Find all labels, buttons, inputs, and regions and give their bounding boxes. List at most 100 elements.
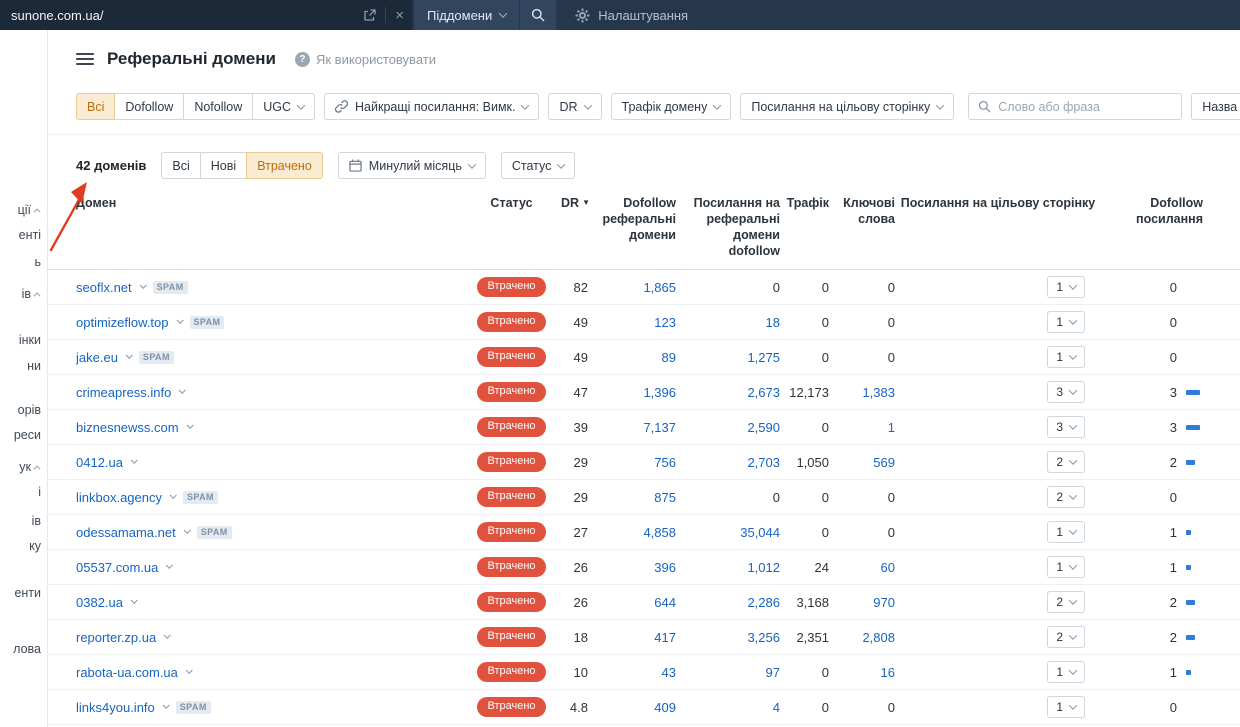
keywords-value[interactable]: 16 xyxy=(833,665,899,680)
sidebar-item[interactable]: ук xyxy=(19,460,41,474)
ref-links-value[interactable]: 35,044 xyxy=(680,525,784,540)
domain-link[interactable]: 0382.ua xyxy=(76,595,123,610)
dofollow-domains-value[interactable]: 89 xyxy=(594,350,680,365)
clear-url-icon[interactable]: × xyxy=(395,8,404,23)
chevron-down-icon[interactable] xyxy=(125,351,133,359)
keywords-value[interactable]: 569 xyxy=(833,455,899,470)
ref-links-value[interactable]: 1,275 xyxy=(680,350,784,365)
sidebar-item[interactable]: ів xyxy=(32,514,41,528)
chevron-down-icon[interactable] xyxy=(176,316,184,324)
sidebar-item[interactable]: ку xyxy=(29,539,41,553)
target-links-select[interactable]: 1 xyxy=(1047,276,1085,298)
chevron-down-icon[interactable] xyxy=(186,421,194,429)
dofollow-domains-value[interactable]: 417 xyxy=(594,630,680,645)
filter-tab[interactable]: Всі xyxy=(161,152,201,179)
target-links-select[interactable]: 1 xyxy=(1047,311,1085,333)
best-links-dropdown[interactable]: Найкращі посилання: Вимк. xyxy=(324,93,540,120)
dofollow-domains-value[interactable]: 1,865 xyxy=(594,280,680,295)
dofollow-domains-value[interactable]: 409 xyxy=(594,700,680,715)
target-links-select[interactable]: 2 xyxy=(1047,486,1085,508)
keywords-value[interactable]: 60 xyxy=(833,560,899,575)
col-header-dofollow-domains[interactable]: Dofollow реферальні домени xyxy=(594,195,680,243)
subdomains-dropdown[interactable]: Піддомени xyxy=(414,0,520,30)
keywords-value[interactable]: 970 xyxy=(833,595,899,610)
keywords-value[interactable]: 1,383 xyxy=(833,385,899,400)
sidebar-item[interactable]: енти xyxy=(14,586,41,600)
dofollow-domains-value[interactable]: 644 xyxy=(594,595,680,610)
ref-links-value[interactable]: 2,286 xyxy=(680,595,784,610)
domain-link[interactable]: crimeapress.info xyxy=(76,385,171,400)
filter-tab[interactable]: Втрачено xyxy=(246,152,323,179)
chevron-down-icon[interactable] xyxy=(166,561,174,569)
sidebar-item[interactable]: ь xyxy=(34,255,41,269)
chevron-down-icon[interactable] xyxy=(139,281,147,289)
keywords-value[interactable]: 0 xyxy=(833,350,899,365)
domain-link[interactable]: 05537.com.ua xyxy=(76,560,158,575)
target-links-select[interactable]: 2 xyxy=(1047,626,1085,648)
chevron-down-icon[interactable] xyxy=(183,526,191,534)
col-header-ref-links[interactable]: Посилання на реферальні домени dofollow xyxy=(680,195,784,259)
dofollow-domains-value[interactable]: 123 xyxy=(594,315,680,330)
sidebar-item[interactable]: орів xyxy=(18,403,41,417)
target-page-links-dropdown[interactable]: Посилання на цільову сторінку xyxy=(740,93,955,120)
dofollow-domains-value[interactable]: 756 xyxy=(594,455,680,470)
target-links-select[interactable]: 1 xyxy=(1047,556,1085,578)
how-to-use-link[interactable]: ? Як використовувати xyxy=(294,51,436,67)
dr-filter-dropdown[interactable]: DR xyxy=(548,93,602,120)
col-header-domain[interactable]: Домен xyxy=(76,195,469,211)
chevron-down-icon[interactable] xyxy=(130,456,138,464)
col-header-dofollow-links[interactable]: Dofollow посилання xyxy=(1097,195,1207,227)
keywords-value[interactable]: 0 xyxy=(833,280,899,295)
domain-link[interactable]: optimizeflow.top xyxy=(76,315,169,330)
domain-link[interactable]: seoflx.net xyxy=(76,280,132,295)
external-link-icon[interactable] xyxy=(363,8,376,22)
ref-links-value[interactable]: 97 xyxy=(680,665,784,680)
target-links-select[interactable]: 3 xyxy=(1047,381,1085,403)
filter-tab[interactable]: Dofollow xyxy=(114,93,185,120)
sidebar-item[interactable]: ів xyxy=(22,287,41,301)
sidebar-item[interactable]: і xyxy=(38,485,41,499)
ref-links-value[interactable]: 2,590 xyxy=(680,420,784,435)
search-button[interactable] xyxy=(519,0,557,30)
col-header-target-links[interactable]: Посилання на цільову сторінку xyxy=(899,195,1097,211)
status-dropdown[interactable]: Статус xyxy=(500,152,576,179)
keywords-value[interactable]: 0 xyxy=(833,490,899,505)
dofollow-domains-value[interactable]: 7,137 xyxy=(594,420,680,435)
dofollow-domains-value[interactable]: 875 xyxy=(594,490,680,505)
sidebar-item[interactable]: ції xyxy=(18,203,41,217)
domain-link[interactable]: biznesnewss.com xyxy=(76,420,179,435)
keywords-value[interactable]: 0 xyxy=(833,525,899,540)
menu-icon[interactable] xyxy=(76,53,94,65)
target-links-select[interactable]: 1 xyxy=(1047,661,1085,683)
dofollow-domains-value[interactable]: 4,858 xyxy=(594,525,680,540)
target-links-select[interactable]: 1 xyxy=(1047,696,1085,718)
ref-links-value[interactable]: 0 xyxy=(680,280,784,295)
keywords-value[interactable]: 1 xyxy=(833,420,899,435)
ref-links-value[interactable]: 0 xyxy=(680,490,784,505)
target-links-select[interactable]: 1 xyxy=(1047,346,1085,368)
keywords-value[interactable]: 2,808 xyxy=(833,630,899,645)
domain-link[interactable]: linkbox.agency xyxy=(76,490,162,505)
chevron-down-icon[interactable] xyxy=(130,596,138,604)
phrase-search-input[interactable] xyxy=(998,99,1173,114)
chevron-down-icon[interactable] xyxy=(163,631,171,639)
dofollow-domains-value[interactable]: 396 xyxy=(594,560,680,575)
col-header-status[interactable]: Статус xyxy=(469,195,554,211)
chevron-down-icon[interactable] xyxy=(162,701,170,709)
ref-links-value[interactable]: 1,012 xyxy=(680,560,784,575)
phrase-search[interactable] xyxy=(968,93,1183,120)
period-dropdown[interactable]: Минулий місяць xyxy=(337,152,486,179)
sidebar-item[interactable]: ни xyxy=(27,359,41,373)
domain-link[interactable]: reporter.zp.ua xyxy=(76,630,156,645)
keywords-value[interactable]: 0 xyxy=(833,700,899,715)
sidebar-item[interactable]: енті xyxy=(19,228,41,242)
col-header-traffic[interactable]: Трафік xyxy=(784,195,833,211)
target-links-select[interactable]: 1 xyxy=(1047,521,1085,543)
ref-links-value[interactable]: 2,703 xyxy=(680,455,784,470)
filter-tab[interactable]: Всі xyxy=(76,93,116,120)
ref-links-value[interactable]: 4 xyxy=(680,700,784,715)
domain-name-filter-button[interactable]: Назва до xyxy=(1191,93,1240,120)
ref-links-value[interactable]: 2,673 xyxy=(680,385,784,400)
domain-traffic-dropdown[interactable]: Трафік домену xyxy=(610,93,732,120)
target-url-text[interactable]: sunone.com.ua/ xyxy=(11,8,354,23)
